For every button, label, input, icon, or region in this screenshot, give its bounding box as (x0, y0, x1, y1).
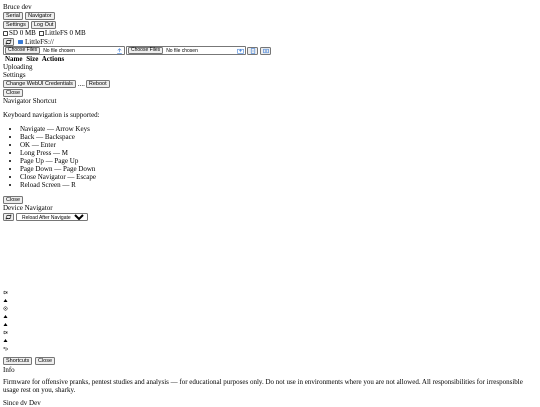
info-text: Firmware for offensive pranks, pentest s… (3, 378, 523, 394)
path-row: LittleFS:// (3, 37, 537, 46)
ok-icon (3, 306, 8, 310)
settings-separator: .... (77, 79, 85, 88)
sd-storage-label: SD 0 MB (9, 29, 36, 37)
settings-actions: Change WebUI Credentials .... Reboot (3, 79, 537, 88)
new-folder-icon (262, 48, 269, 53)
nav-up-1[interactable] (3, 296, 13, 304)
shortcut-close-button[interactable]: Close (3, 195, 24, 204)
reload-mode-select[interactable]: Reload After Navigate (16, 212, 88, 221)
choose-folder-files-button[interactable]: Choose Files (128, 47, 164, 54)
device-nav-stack (3, 288, 13, 352)
change-credentials-button[interactable]: Change WebUI Credentials (3, 79, 76, 88)
littlefs-storage-label: LittleFS 0 MB (44, 29, 86, 37)
current-path: LittleFS:// (25, 37, 54, 46)
refresh-button[interactable] (3, 37, 14, 46)
app-title: Bruce dev (3, 3, 32, 11)
info-title: Info (3, 366, 15, 374)
uploading-title: Uploading (3, 63, 33, 71)
chip-icon (38, 30, 44, 36)
navigator-shortcut-intro: Keyboard navigation is supported: (3, 111, 100, 119)
shortcut-close-row: Close (3, 195, 537, 204)
version-text: Since dv Dev (3, 399, 41, 407)
nav-next[interactable] (3, 328, 13, 336)
reboot-button[interactable]: Reboot (85, 79, 110, 88)
settings-title: Settings (3, 71, 26, 79)
shortcut-list: Navigate — Arrow Keys Back — Backspace O… (3, 125, 537, 189)
folder-status: No file chosen (166, 47, 198, 54)
up-icon (3, 322, 8, 326)
list-item: Long Press — M (20, 149, 537, 157)
back-icon (3, 346, 8, 350)
device-navigator-title: Device Navigator (3, 204, 53, 212)
nav-prev[interactable] (3, 288, 13, 296)
list-item: Navigate — Arrow Keys (20, 125, 537, 133)
table-header-name: Name (5, 55, 23, 63)
file-status: No file chosen (43, 47, 75, 54)
file-table-header: Name Size Actions (5, 55, 537, 63)
sd-card-icon (3, 30, 8, 36)
nav-up-3[interactable] (3, 320, 13, 328)
next-icon (3, 330, 8, 334)
new-file-icon (250, 47, 255, 54)
new-file-button[interactable] (247, 46, 258, 55)
file-upload-input[interactable]: Choose Files No file chosen (3, 46, 125, 55)
up-icon (3, 298, 8, 302)
page: Bruce dev Serial Navigator Settings Log … (3, 3, 537, 221)
nav-ok[interactable] (3, 304, 13, 312)
folder-upload-input[interactable]: Choose Files No file chosen (126, 46, 246, 55)
upload-icon (115, 47, 123, 54)
device-navigator-controls: Reload After Navigate (3, 212, 537, 221)
logout-button[interactable]: Log Out (30, 20, 57, 29)
settings-close-button[interactable]: Close (3, 88, 24, 97)
choose-files-button[interactable]: Choose Files (5, 47, 41, 54)
list-item: OK — Enter (20, 141, 537, 149)
up-icon (3, 338, 8, 342)
footer-close-button[interactable]: Close (34, 357, 56, 365)
table-header-actions: Actions (41, 55, 65, 63)
list-item: Back — Backspace (20, 133, 537, 141)
sd-storage: SD 0 MB (3, 29, 36, 37)
refresh-icon (5, 39, 12, 44)
list-item: Page Up — Page Up (20, 157, 537, 165)
littlefs-storage: LittleFS 0 MB (38, 29, 86, 37)
storage-info: SD 0 MB LittleFS 0 MB (3, 29, 537, 37)
list-item: Close Navigator — Escape (20, 173, 537, 181)
footer-actions: Shortcuts Close (3, 357, 56, 365)
list-item: Reload Screen — R (20, 181, 537, 189)
top-toolbar-row-1: Serial Navigator (3, 11, 537, 20)
device-refresh-button[interactable] (3, 212, 14, 221)
serial-button[interactable]: Serial (3, 11, 24, 20)
nav-up-4[interactable] (3, 336, 13, 344)
navigator-button[interactable]: Navigator (25, 11, 55, 20)
refresh-icon (5, 214, 12, 219)
folder-icon (18, 39, 23, 44)
top-toolbar-row-2: Settings Log Out (3, 20, 537, 29)
settings-close-row: Close (3, 88, 537, 97)
list-item: Page Down — Page Down (20, 165, 537, 173)
folder-upload-icon (236, 47, 244, 54)
shortcuts-button[interactable]: Shortcuts (3, 357, 33, 365)
prev-icon (3, 290, 8, 294)
new-folder-button[interactable] (260, 46, 271, 55)
table-header-size: Size (26, 55, 39, 63)
upload-row: Choose Files No file chosen Choose Files… (3, 46, 537, 55)
nav-back[interactable] (3, 344, 13, 352)
settings-button[interactable]: Settings (3, 20, 29, 29)
navigator-shortcut-title: Navigator Shortcut (3, 97, 57, 105)
nav-up-2[interactable] (3, 312, 13, 320)
up-icon (3, 314, 8, 318)
